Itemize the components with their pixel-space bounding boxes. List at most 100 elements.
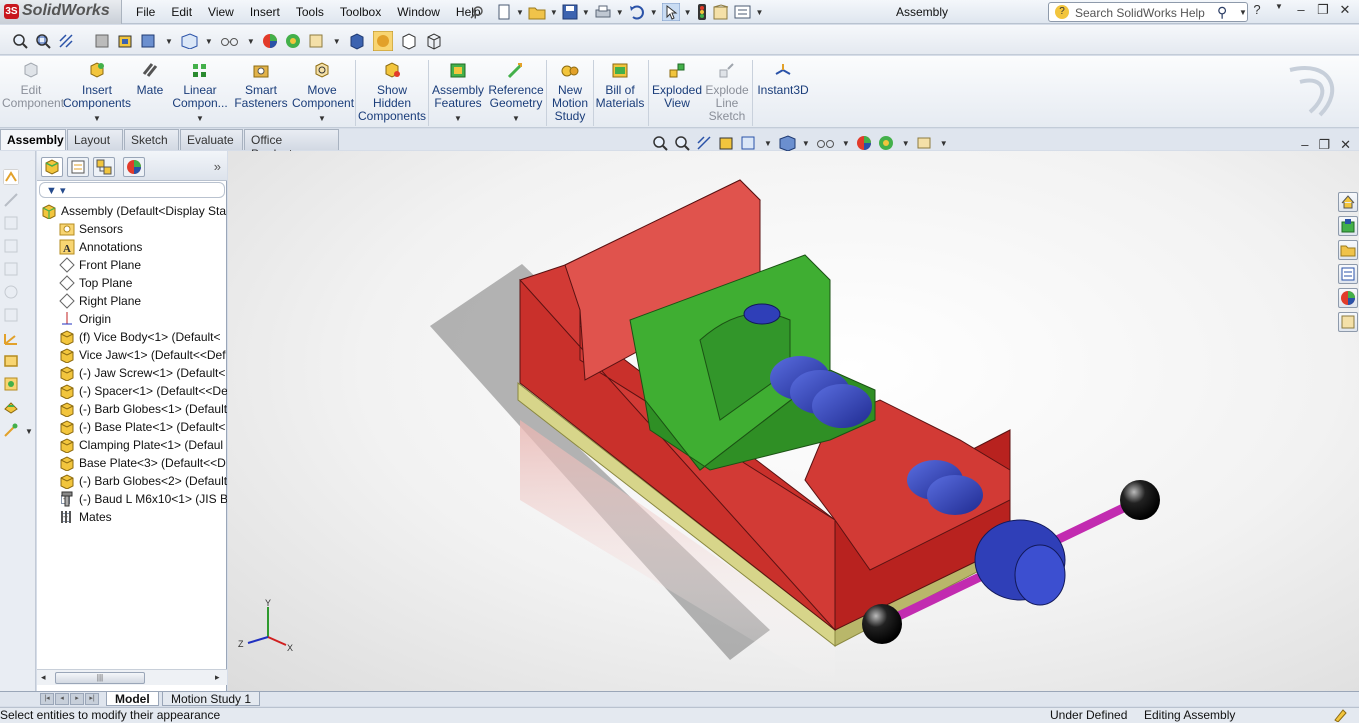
vice-assembly-model[interactable] [228,151,1359,691]
file-properties-icon[interactable] [712,4,730,20]
first-tab-icon[interactable]: |◂ [40,693,54,705]
tree-item[interactable]: Front Plane [37,256,227,274]
last-tab-icon[interactable]: ▸| [85,693,99,705]
zoom-to-fit-icon[interactable] [12,33,28,49]
chevron-down-icon[interactable]: ▼ [292,112,352,125]
shaded-view-icon[interactable] [348,32,366,50]
app-logo[interactable]: 3S SolidWorks [0,0,122,24]
scroll-left-icon[interactable]: ◂ [41,672,46,683]
eye-glasses-icon[interactable] [220,33,240,49]
previous-view-icon[interactable] [58,33,74,49]
zoom-to-area-icon[interactable] [35,33,51,49]
chevron-down-icon[interactable]: ▼ [168,112,232,125]
barb-globe-left[interactable] [862,604,902,644]
restore-icon[interactable]: ❐ [1318,137,1330,153]
display-style-icon[interactable] [140,33,158,49]
tree-item[interactable]: +(-) Base Plate<1> (Default< [37,418,227,436]
tree-item[interactable]: Top Plane [37,274,227,292]
prev-tab-icon[interactable]: ◂ [55,693,69,705]
tree-item[interactable]: Sensors [37,220,227,238]
hide-show-items-icon[interactable] [816,135,836,151]
minimize-icon[interactable]: – [1293,2,1309,18]
task-pane-file-explorer[interactable] [1338,240,1358,260]
new-motion-study-button[interactable]: New Motion Study [549,62,591,123]
task-pane-design-library[interactable] [1338,216,1358,236]
tree-item[interactable]: +Vice Jaw<1> (Default<<Def [37,346,227,364]
assembly-features-button[interactable]: Assembly Features ▼ [430,62,486,125]
tab-sketch[interactable]: Sketch [124,129,179,150]
chevron-down-icon[interactable]: ▼ [940,139,948,148]
tree-horizontal-scrollbar[interactable]: ◂ ||| ▸ [37,669,227,685]
tree-item[interactable]: +(-) Barb Globes<1> (Default [37,400,227,418]
tab-display-manager[interactable] [123,157,145,177]
next-tab-icon[interactable]: ▸ [70,693,84,705]
chevron-down-icon[interactable]: ▼ [205,37,213,46]
chevron-down-icon[interactable]: ▼ [842,139,850,148]
chevron-down-icon[interactable]: ▼ [165,37,173,46]
tab-configuration-manager[interactable] [93,157,115,177]
tab-assembly[interactable]: Assembly [0,129,66,150]
new-document-icon[interactable] [496,4,512,20]
chevron-down-icon[interactable]: ▼ [650,8,658,17]
sketch-circle-icon[interactable] [3,376,19,392]
section-view-icon[interactable] [94,33,110,49]
close-icon[interactable]: ✕ [1340,137,1351,153]
chevron-down-icon[interactable]: ▼ [1271,2,1287,18]
restore-icon[interactable]: ❐ [1315,2,1331,18]
sketch-line-icon[interactable] [3,330,19,346]
tree-item[interactable]: +(f) Vice Body<1> (Default< [37,328,227,346]
tab-evaluate[interactable]: Evaluate [180,129,243,150]
smart-dimension-icon[interactable] [3,192,19,208]
display-style-icon[interactable] [778,135,796,151]
edit-appearance-icon[interactable] [856,135,872,151]
chevron-down-icon[interactable]: ▼ [25,427,33,436]
menu-file[interactable]: File [128,3,163,21]
chevron-down-icon[interactable]: ▼ [582,8,590,17]
insert-components-button[interactable]: Insert Components ▼ [62,62,132,125]
hidden-lines-visible-icon[interactable] [400,32,418,50]
save-icon[interactable] [562,4,578,20]
mate-button[interactable]: Mate [134,62,166,97]
chevron-down-icon[interactable]: ▼ [902,139,910,148]
tree-root-assembly[interactable]: Assembly (Default<Display Sta [37,202,227,220]
menu-edit[interactable]: Edit [163,3,200,21]
minimize-icon[interactable]: – [1301,137,1308,153]
edit-component-button[interactable]: Edit Component [2,62,64,110]
move-component-button[interactable]: Move Component ▼ [292,62,354,125]
menu-tools[interactable]: Tools [288,3,332,21]
open-folder-icon[interactable] [528,4,546,20]
exploded-view-button[interactable]: Exploded View [650,62,704,110]
extrude-icon[interactable] [3,399,19,415]
smart-fasteners-button[interactable]: Smart Fasteners [234,62,288,110]
tree-item[interactable]: +(-) Jaw Screw<1> (Default< [37,364,227,382]
chevron-down-icon[interactable]: ▼ [62,112,132,125]
view-orientation-icon[interactable] [740,135,758,151]
tree-item[interactable]: +Mates [37,508,227,526]
close-icon[interactable]: ✕ [1337,2,1353,18]
help-icon[interactable]: ? [1249,2,1265,18]
task-pane-custom-properties[interactable] [1338,312,1358,332]
instant3d-button[interactable]: Instant3D [756,62,810,97]
hide-show-items-icon[interactable] [180,33,198,49]
task-pane-home[interactable] [1338,192,1358,212]
sketch-tools-icon[interactable] [3,422,19,438]
task-pane-view-palette[interactable] [1338,264,1358,284]
linear-pattern-button[interactable]: Linear Compon... ▼ [168,62,232,125]
tab-office-products[interactable]: Office Products [244,129,339,161]
tree-item[interactable]: +Base Plate<3> (Default<<D [37,454,227,472]
menu-insert[interactable]: Insert [242,3,288,21]
graphics-area[interactable]: Y X Z [228,151,1359,691]
tree-item[interactable]: +(-) Spacer<1> (Default<<De [37,382,227,400]
select-arrow-icon[interactable] [661,3,680,21]
barb-globe-right[interactable] [1120,480,1160,520]
tab-feature-tree[interactable] [41,157,63,177]
socket-head-screw[interactable] [743,303,781,325]
show-hidden-components-button[interactable]: Show Hidden Components [358,62,426,123]
explode-line-sketch-button[interactable]: Explode Line Sketch [704,62,750,123]
zoom-to-fit-icon[interactable] [652,135,668,151]
undo-icon[interactable] [628,4,646,20]
reference-geometry-button[interactable]: Reference Geometry ▼ [488,62,544,125]
chevron-down-icon[interactable]: ▼ [756,8,764,17]
wireframe-icon[interactable] [425,32,443,50]
tree-item[interactable]: +(-) Barb Globes<2> (Default [37,472,227,490]
